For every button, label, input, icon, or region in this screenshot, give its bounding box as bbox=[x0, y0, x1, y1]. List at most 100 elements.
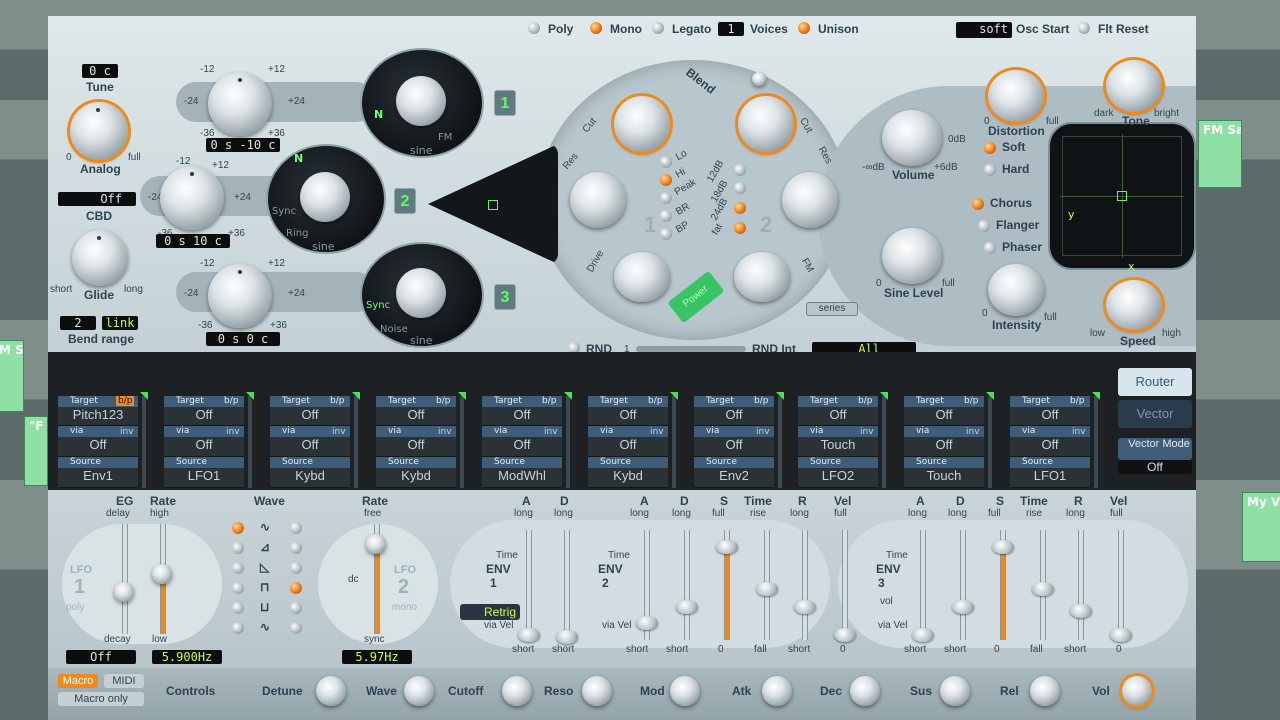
slope-12db-led[interactable] bbox=[734, 164, 746, 176]
intensity-knob[interactable] bbox=[988, 264, 1044, 316]
mod-slot-target[interactable]: Off bbox=[482, 407, 562, 426]
env3-vel-slider[interactable] bbox=[1118, 530, 1124, 640]
mod-slot-amount-slider[interactable] bbox=[778, 396, 782, 488]
slope-18db-led[interactable] bbox=[734, 182, 746, 194]
lfo1-eg-thumb[interactable] bbox=[114, 582, 134, 602]
macro-only-button[interactable]: Macro only bbox=[58, 692, 144, 706]
mod-slot-via[interactable]: Off bbox=[58, 437, 138, 457]
filter-type-peak-led[interactable] bbox=[660, 192, 672, 204]
macro-mod-knob[interactable] bbox=[670, 676, 700, 706]
lfo1-eg-value[interactable]: Off bbox=[66, 650, 136, 664]
osc1-wave-knob[interactable] bbox=[396, 76, 446, 126]
mod-slot-bp-toggle[interactable]: b/p bbox=[962, 396, 980, 406]
osc1-pitch-knob[interactable] bbox=[208, 72, 272, 136]
mod-slot-target[interactable]: Off bbox=[1010, 407, 1090, 426]
osc3-tune-value[interactable]: 0 s 0 c bbox=[206, 332, 280, 346]
blend-slider[interactable] bbox=[752, 72, 766, 86]
osc3-wave-selector[interactable]: Sync Noise sine bbox=[360, 242, 484, 348]
osc1-wave-selector[interactable]: N FM sine bbox=[360, 48, 484, 158]
mod-slot-inv-toggle[interactable]: inv bbox=[120, 427, 134, 437]
lfo2-wave-led[interactable] bbox=[290, 522, 302, 534]
sine-level-knob[interactable] bbox=[882, 228, 942, 284]
mod-slot-source[interactable]: Kybd bbox=[588, 468, 668, 488]
filter-type-hi-led[interactable] bbox=[660, 174, 672, 186]
mod-slot-bp-toggle[interactable]: b/p bbox=[222, 396, 240, 406]
flanger-led[interactable] bbox=[978, 220, 990, 232]
macro-atk-knob[interactable] bbox=[762, 676, 792, 706]
mod-slot-source[interactable]: ModWhl bbox=[482, 468, 562, 488]
macro-rel-knob[interactable] bbox=[1030, 676, 1060, 706]
mod-slot-inv-toggle[interactable]: inv bbox=[332, 427, 346, 437]
lfo1-rate-thumb[interactable] bbox=[152, 564, 172, 584]
mod-slot-amount-slider[interactable] bbox=[248, 396, 252, 488]
mod-slot-target[interactable]: Off bbox=[588, 407, 668, 426]
lfo1-eg-slider[interactable] bbox=[122, 524, 128, 634]
mod-slot-source[interactable]: Kybd bbox=[270, 468, 350, 488]
mod-slot-target[interactable]: Off bbox=[270, 407, 350, 426]
osc1-number-button[interactable]: 1 bbox=[494, 90, 516, 116]
osc3-pitch-knob[interactable] bbox=[208, 264, 272, 328]
chorus-led[interactable] bbox=[972, 198, 984, 210]
osc2-wave-selector[interactable]: N Sync Ring sine bbox=[266, 144, 386, 254]
macro-reso-knob[interactable] bbox=[582, 676, 612, 706]
mod-slot-inv-toggle[interactable]: inv bbox=[1072, 427, 1086, 437]
mod-slot-source[interactable]: LFO2 bbox=[798, 468, 878, 488]
env1-retrig-button[interactable]: Retrig bbox=[460, 604, 520, 620]
macro-dec-knob[interactable] bbox=[850, 676, 880, 706]
mod-slot-source[interactable]: Env1 bbox=[58, 468, 138, 488]
mod-slot-bp-toggle[interactable]: b/p bbox=[646, 396, 664, 406]
slope-24db-led[interactable] bbox=[734, 202, 746, 214]
mod-slot-target[interactable]: Off bbox=[376, 407, 456, 426]
lfo1-wave-led[interactable] bbox=[232, 542, 244, 554]
distortion-knob[interactable] bbox=[988, 70, 1044, 122]
mod-slot-amount-slider[interactable] bbox=[882, 396, 886, 488]
env3-sustain-thumb[interactable] bbox=[992, 540, 1014, 554]
osc3-wave-knob[interactable] bbox=[396, 268, 446, 318]
lfo2-wave-led[interactable] bbox=[290, 542, 302, 554]
mono-led[interactable] bbox=[590, 22, 602, 34]
mod-slot-target[interactable]: Off bbox=[694, 407, 774, 426]
mod-slot-source[interactable]: LFO1 bbox=[164, 468, 244, 488]
tune-value[interactable]: 0 c bbox=[82, 64, 118, 78]
router-tab[interactable]: Router bbox=[1118, 368, 1192, 396]
cbd-value[interactable]: Off bbox=[58, 192, 136, 206]
osc2-pitch-knob[interactable] bbox=[160, 166, 224, 230]
region-my-v[interactable]: My V bbox=[1242, 492, 1280, 562]
filter1-cutoff-knob[interactable] bbox=[614, 96, 670, 152]
filter-fm-knob[interactable] bbox=[734, 252, 790, 302]
macro-wave-knob[interactable] bbox=[404, 676, 434, 706]
macro-detune-knob[interactable] bbox=[316, 676, 346, 706]
mod-slot-target[interactable]: Off bbox=[798, 407, 878, 426]
macro-tab[interactable]: Macro bbox=[58, 674, 98, 688]
tone-knob[interactable] bbox=[1106, 60, 1162, 112]
mod-slot-inv-toggle[interactable]: inv bbox=[860, 427, 874, 437]
mod-slot-amount-slider[interactable] bbox=[672, 396, 676, 488]
env2-vel-slider[interactable] bbox=[842, 530, 848, 640]
speed-knob[interactable] bbox=[1106, 280, 1162, 330]
env2-release-slider[interactable] bbox=[802, 530, 808, 640]
lfo2-wave-led[interactable] bbox=[290, 562, 302, 574]
env1-decay-slider[interactable] bbox=[564, 530, 570, 640]
osc3-number-button[interactable]: 3 bbox=[494, 284, 516, 310]
filter-type-br-led[interactable] bbox=[660, 210, 672, 222]
mod-slot-inv-toggle[interactable]: inv bbox=[226, 427, 240, 437]
volume-knob[interactable] bbox=[882, 110, 942, 166]
mod-slot-bp-toggle[interactable]: b/p bbox=[328, 396, 346, 406]
macro-cutoff-knob[interactable] bbox=[502, 676, 532, 706]
dist-hard-led[interactable] bbox=[984, 164, 996, 176]
mod-slot-amount-slider[interactable] bbox=[1094, 396, 1098, 488]
filter-type-bp-led[interactable] bbox=[660, 228, 672, 240]
env1-decay-thumb[interactable] bbox=[556, 630, 578, 644]
lfo2-rate-thumb[interactable] bbox=[366, 534, 386, 554]
unison-led[interactable] bbox=[798, 22, 810, 34]
lfo1-wave-led[interactable] bbox=[232, 562, 244, 574]
mod-slot-inv-toggle[interactable]: inv bbox=[966, 427, 980, 437]
region-fm-sa[interactable]: FM Sa bbox=[1198, 120, 1242, 188]
poly-led[interactable] bbox=[528, 22, 540, 34]
env3-decay-thumb[interactable] bbox=[952, 600, 974, 614]
osc-start-value[interactable]: soft bbox=[956, 22, 1012, 38]
lfo1-wave-led[interactable] bbox=[232, 582, 244, 594]
env2-sustain-thumb[interactable] bbox=[716, 540, 738, 554]
region-f[interactable]: "F bbox=[24, 416, 48, 486]
mod-slot-bp-toggle[interactable]: b/p bbox=[856, 396, 874, 406]
